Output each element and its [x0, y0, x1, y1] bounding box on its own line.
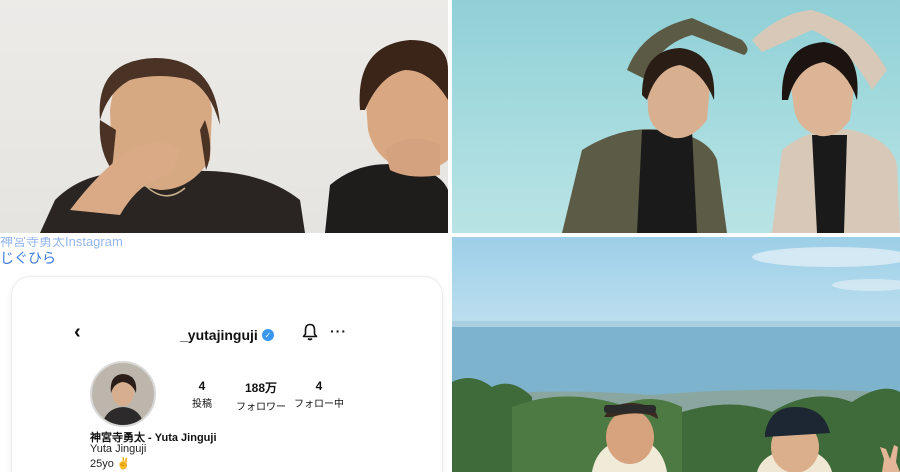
collage-divider-horizontal [0, 233, 900, 237]
bell-icon[interactable] [302, 323, 318, 341]
hashtag-link[interactable]: じぐひら [0, 248, 56, 268]
photo-bottom-right-illustration [452, 247, 900, 472]
stat-followers-value: 188万 [244, 381, 278, 395]
stat-posts-label: 投稿 [192, 399, 212, 410]
profile-username: _yutajinguji ✓ [180, 327, 274, 343]
avatar-illustration [92, 363, 154, 425]
instagram-profile-card [12, 277, 442, 472]
stat-following[interactable]: 4 フォロー中 [294, 379, 344, 410]
photo-top-left-illustration [40, 40, 448, 233]
photo-top-right-illustration [562, 10, 900, 233]
photo-bottom-right [452, 237, 900, 472]
verified-badge-icon: ✓ [261, 329, 274, 341]
photo-top-right [452, 0, 900, 233]
stat-followers[interactable]: 188万 フォロワー [236, 379, 286, 413]
stat-posts[interactable]: 4 投稿 [192, 379, 212, 410]
more-options-icon[interactable]: ··· [330, 323, 347, 339]
stat-following-value: 4 [315, 379, 323, 393]
chevron-left-icon[interactable]: ‹ [74, 321, 81, 344]
stat-followers-label: フォロワー [236, 402, 286, 413]
profile-subtitle: Yuta Jinguji [90, 443, 147, 455]
avatar[interactable] [90, 361, 156, 427]
instagram-screenshot: 神宮寺勇太Instagram じぐひら ‹ _yutajinguji ✓ ···… [0, 237, 448, 472]
username-text: _yutajinguji [180, 327, 258, 343]
photo-top-left [0, 0, 448, 233]
profile-bio: 25yo ✌️ [90, 458, 131, 470]
stat-following-label: フォロー中 [294, 399, 344, 410]
stat-posts-value: 4 [198, 379, 206, 393]
